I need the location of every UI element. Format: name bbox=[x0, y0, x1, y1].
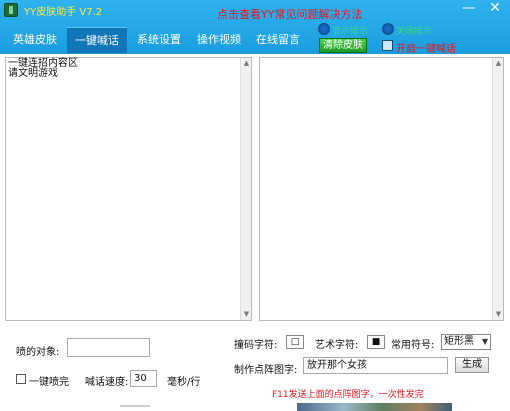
left-scrollbar[interactable]: ▲ ▼ bbox=[240, 58, 251, 320]
hide-tips-label: 关闭提示 bbox=[396, 27, 433, 37]
left-text-line-2: 请文明游戏 bbox=[8, 68, 58, 79]
make-pattern-label: 制作点阵图字: bbox=[234, 365, 298, 376]
tab-system-settings[interactable]: 系统设置 bbox=[129, 27, 189, 53]
tab-hero-skin[interactable]: 英雄皮肤 bbox=[5, 27, 65, 53]
right-scrollbar[interactable]: ▲ ▼ bbox=[492, 58, 503, 320]
speed-unit-label: 毫秒/行 bbox=[167, 377, 201, 388]
speed-label: 喊话速度: bbox=[85, 377, 129, 388]
target-input[interactable] bbox=[67, 338, 150, 357]
one-key-spray-label: 一键喷完 bbox=[29, 377, 69, 388]
art-char-label: 艺术字符: bbox=[315, 340, 359, 351]
pattern-text-input[interactable]: 放开那个女孩 bbox=[303, 357, 448, 374]
left-text-area[interactable]: 一键连招内容区 请文明游戏 ▲ ▼ bbox=[5, 57, 252, 321]
bottom-divider bbox=[120, 405, 150, 407]
one-key-spray-checkbox[interactable] bbox=[16, 374, 26, 384]
right-text-area[interactable]: ▲ ▼ bbox=[259, 57, 504, 321]
tab-operation-video[interactable]: 操作视频 bbox=[189, 27, 249, 53]
common-symbol-label: 常用符号: bbox=[391, 340, 435, 351]
hide-tips-radio[interactable] bbox=[382, 23, 394, 35]
generate-button[interactable]: 生成 bbox=[455, 357, 489, 373]
mosaic-char-label: 撞码字符: bbox=[234, 340, 278, 351]
tab-online-message[interactable]: 在线留言 bbox=[248, 27, 308, 53]
scroll-down-arrow-icon[interactable]: ▼ bbox=[241, 309, 252, 320]
send-hint-text: F11发送上面的点阵图字，一次性发完 bbox=[272, 390, 424, 400]
mosaic-char-box[interactable]: □ bbox=[286, 335, 304, 349]
art-char-box[interactable]: ■ bbox=[367, 335, 385, 349]
auto-shout-checkbox[interactable] bbox=[382, 40, 393, 51]
show-tips-radio[interactable] bbox=[318, 23, 330, 35]
common-symbol-value: 矩形黑 bbox=[444, 336, 474, 347]
tab-one-key-shout[interactable]: 一键喊话 bbox=[67, 27, 127, 53]
faq-help-link[interactable]: 点击查看YY常见问题解决方法 bbox=[217, 6, 362, 22]
common-symbol-select[interactable]: 矩形黑 ▼ bbox=[441, 334, 491, 350]
preview-image bbox=[297, 403, 452, 411]
app-logo-icon bbox=[4, 3, 18, 17]
scroll-up-arrow-icon[interactable]: ▲ bbox=[241, 58, 252, 69]
auto-shout-label: 开启一键喊话 bbox=[396, 44, 456, 55]
show-tips-label: 显示提示 bbox=[332, 27, 369, 37]
scroll-up-arrow-icon[interactable]: ▲ bbox=[493, 58, 504, 69]
target-label: 喷的对象: bbox=[16, 347, 60, 358]
speed-input[interactable]: 30 bbox=[130, 370, 157, 387]
clear-skin-button[interactable]: 清除皮肤 bbox=[319, 38, 367, 53]
left-text-content: 一键连招内容区 请文明游戏 bbox=[8, 59, 78, 79]
close-button[interactable]: ✕ bbox=[482, 1, 508, 17]
scroll-down-arrow-icon[interactable]: ▼ bbox=[493, 309, 504, 320]
minimize-button[interactable]: — bbox=[456, 1, 482, 17]
chevron-down-icon: ▼ bbox=[481, 337, 488, 346]
app-title: YY皮肤助手 V7.2 bbox=[24, 7, 103, 18]
